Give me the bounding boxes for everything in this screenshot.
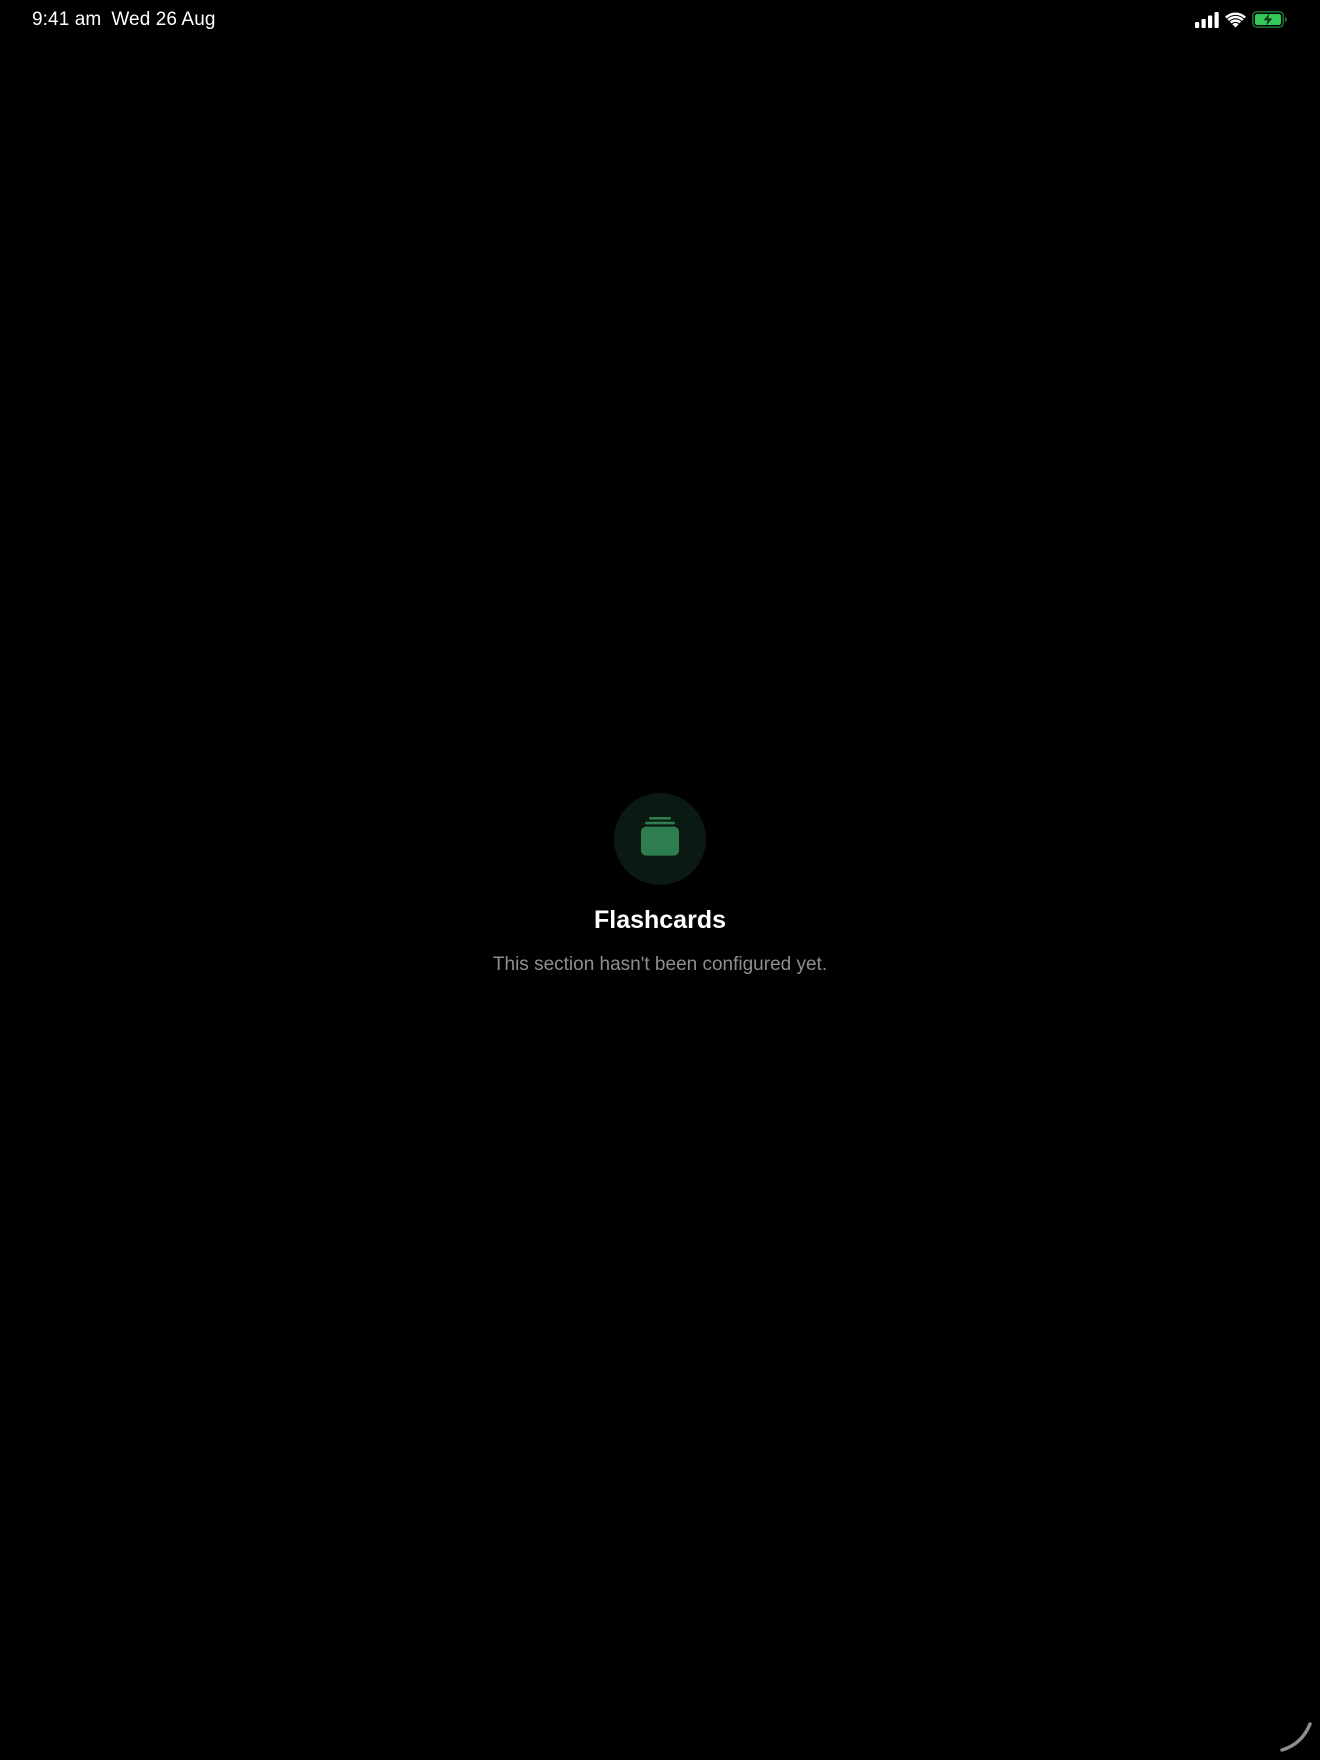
- wifi-icon: [1225, 11, 1246, 28]
- flashcards-stack-icon: [640, 816, 680, 863]
- screen: 9:41 am Wed 26 Aug Flashcards This secti…: [0, 0, 1320, 1760]
- status-bar-right: [1195, 11, 1288, 28]
- status-time: 9:41 am: [32, 9, 102, 30]
- status-date: Wed 26 Aug: [111, 9, 216, 30]
- battery-charging-icon: [1252, 11, 1288, 28]
- loading-arc-icon: [1278, 1718, 1314, 1754]
- cellular-signal-icon: [1195, 11, 1219, 28]
- status-bar-left: 9:41 am Wed 26 Aug: [32, 9, 216, 31]
- empty-state: Flashcards This section hasn't been conf…: [0, 793, 1320, 977]
- empty-state-message: This section hasn't been configured yet.: [492, 954, 828, 975]
- status-bar: 9:41 am Wed 26 Aug: [0, 0, 1320, 42]
- empty-state-icon-circle: [614, 793, 706, 885]
- empty-state-title: Flashcards: [593, 906, 726, 934]
